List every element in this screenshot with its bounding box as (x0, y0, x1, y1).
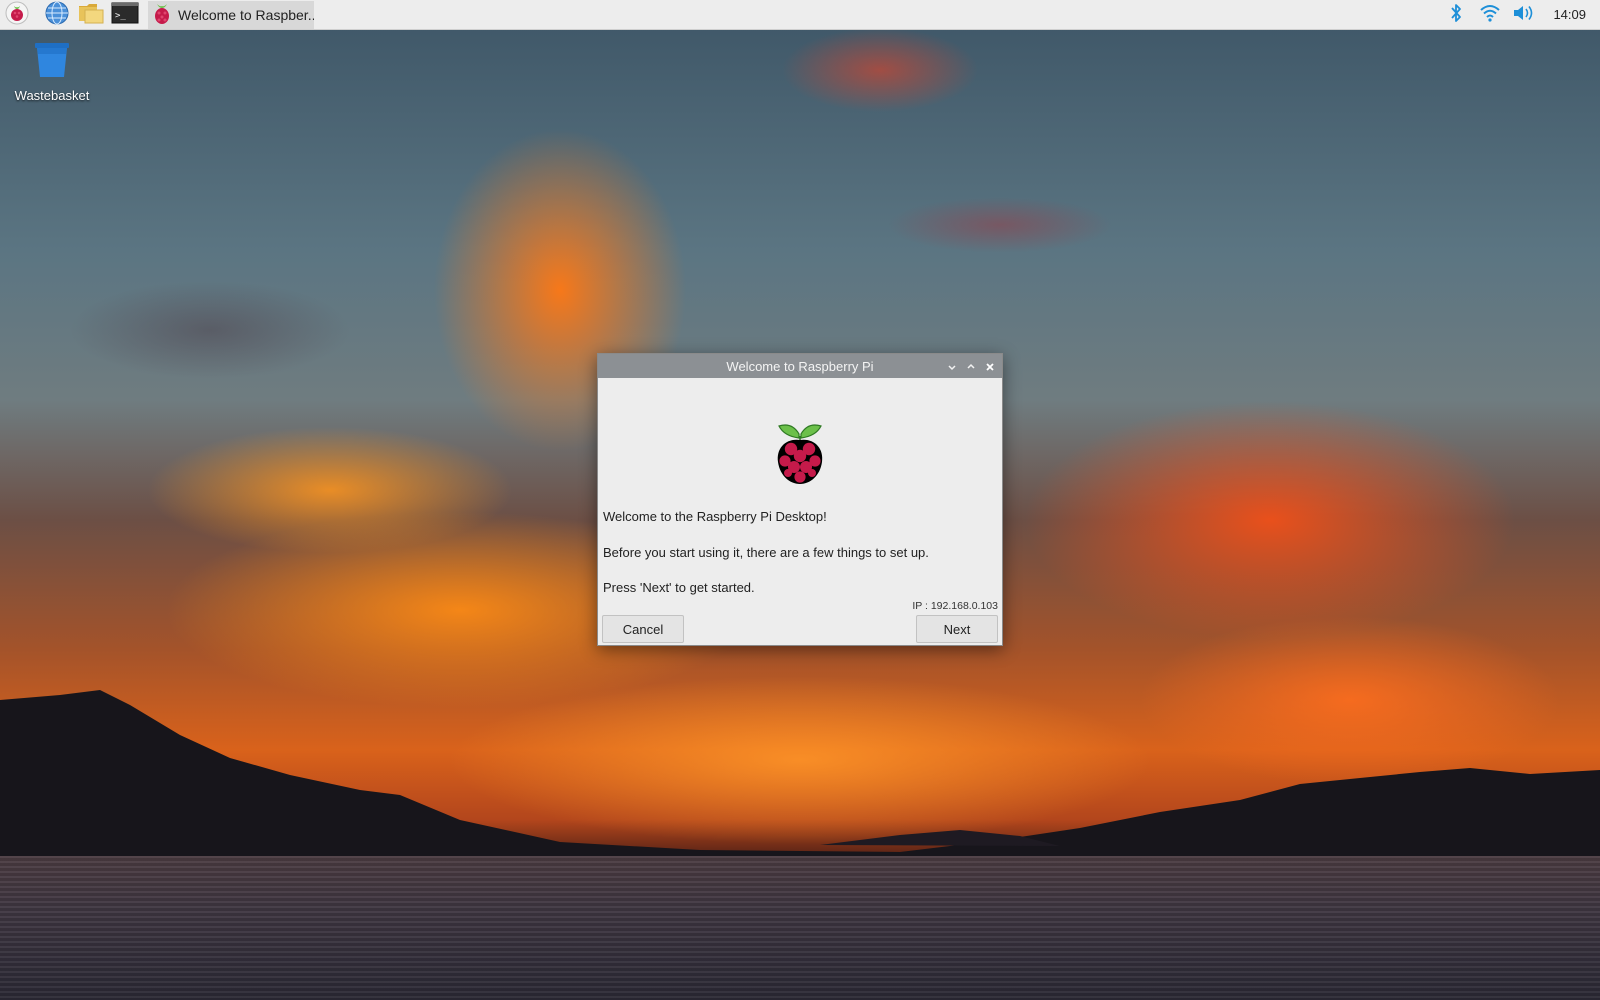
wastebasket-icon (32, 40, 72, 84)
ip-address-label: IP : 192.168.0.103 (912, 600, 998, 612)
wifi-icon (1479, 3, 1501, 27)
maximize-icon (966, 357, 976, 376)
taskbar-task-label: Welcome to Raspber... (178, 6, 314, 23)
web-browser-icon (44, 0, 70, 30)
terminal-button[interactable]: >_ (108, 0, 142, 30)
bluetooth-button[interactable] (1439, 0, 1473, 30)
svg-text:>_: >_ (115, 11, 126, 21)
wifi-button[interactable] (1473, 0, 1507, 30)
dialog-body: Welcome to the Raspberry Pi Desktop! Bef… (598, 378, 1002, 647)
wallpaper-water (0, 856, 1600, 1000)
minimize-icon (947, 357, 957, 376)
raspberry-menu-icon (5, 1, 29, 29)
maximize-button[interactable] (962, 356, 979, 376)
taskbar-task-welcome[interactable]: Welcome to Raspber... (148, 0, 314, 29)
file-manager-button[interactable] (74, 0, 108, 30)
desktop-icon-wastebasket[interactable]: Wastebasket (8, 40, 96, 103)
minimize-button[interactable] (943, 356, 960, 376)
dialog-titlebar[interactable]: Welcome to Raspberry Pi (598, 354, 1002, 378)
volume-button[interactable] (1507, 0, 1541, 30)
welcome-dialog: Welcome to Raspberry Pi Welcome to the R… (597, 353, 1003, 646)
welcome-message: Welcome to the Raspberry Pi Desktop! (603, 509, 827, 524)
system-tray: 14:09 (1439, 0, 1600, 30)
terminal-icon: >_ (111, 1, 139, 29)
raspberry-app-icon (152, 1, 172, 28)
next-button[interactable]: Next (916, 615, 998, 643)
web-browser-button[interactable] (40, 0, 74, 30)
clock[interactable]: 14:09 (1541, 7, 1600, 22)
desktop-icon-label: Wastebasket (14, 88, 90, 103)
taskbar: >_ Welcome to Raspber... 14:09 (0, 0, 1600, 30)
setup-message: Before you start using it, there are a f… (603, 545, 929, 560)
close-icon (985, 357, 995, 376)
raspberry-pi-logo (774, 420, 826, 490)
volume-icon (1512, 3, 1536, 27)
bluetooth-icon (1449, 2, 1463, 28)
cancel-button[interactable]: Cancel (602, 615, 684, 643)
dialog-title: Welcome to Raspberry Pi (726, 358, 874, 374)
file-manager-icon (77, 1, 105, 29)
instruction-message: Press 'Next' to get started. (603, 580, 755, 595)
close-button[interactable] (981, 356, 998, 376)
window-controls (943, 354, 998, 378)
raspberry-menu-button[interactable] (0, 0, 34, 30)
